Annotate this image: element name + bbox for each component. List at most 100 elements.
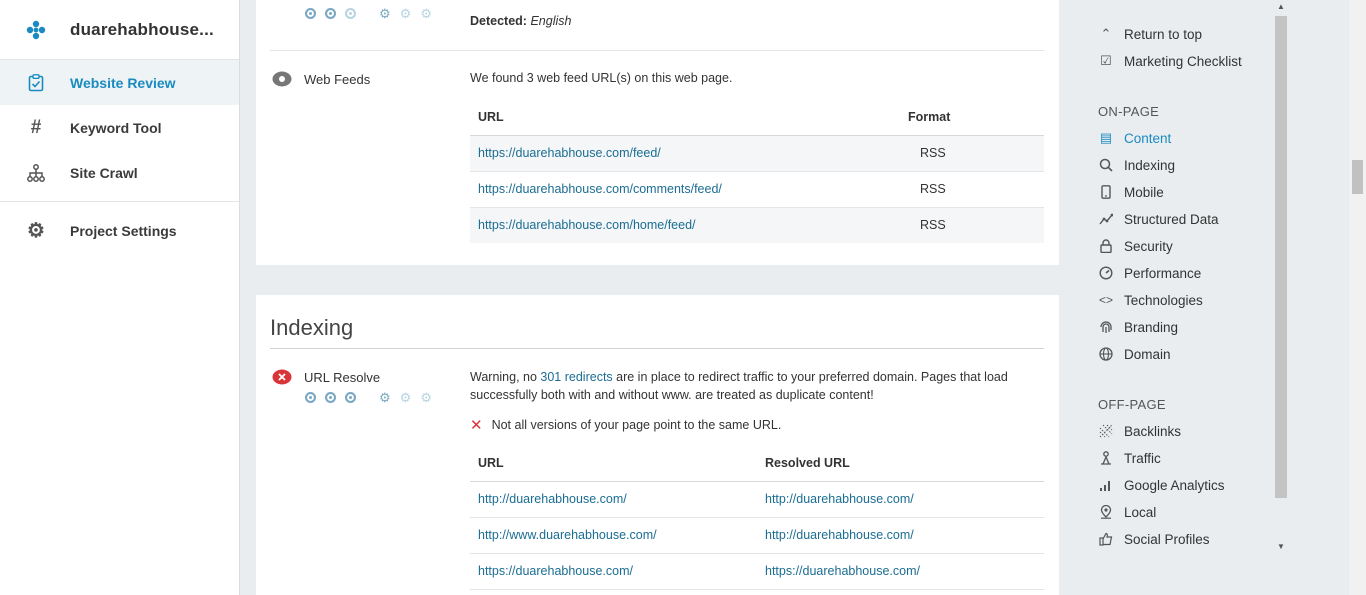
graph-icon [1098,211,1114,227]
project-brand[interactable]: duarehabhouse... [0,0,239,60]
gear-icon: ⚙ [420,390,432,405]
table-row: https://duarehabhouse.com/home/feed/ RSS [470,207,1044,243]
section-title: Indexing [270,315,354,340]
score-dots [305,8,356,19]
scroll-down-arrow[interactable]: ▼ [1274,542,1288,551]
indexing-card: Indexing URL Resolve ⚙ ⚙ ⚙ Warning, no 301… [256,295,1059,595]
table-row: https://duarehabhouse.com/feed/ RSS [470,135,1044,172]
sidebar-divider: ⚙ Project Settings [0,201,239,253]
nav-item-indexing[interactable]: Indexing [1098,155,1175,175]
nav-item-security[interactable]: Security [1098,236,1173,256]
checkbox-icon: ☑ [1100,53,1112,68]
nav-label: Performance [1124,265,1202,281]
sidebar-item-website-review[interactable]: Website Review [0,60,239,105]
nav-item-structured-data[interactable]: Structured Data [1098,209,1219,229]
nav-label: Mobile [1124,184,1164,200]
sidebar-item-site-crawl[interactable]: Site Crawl [0,150,239,195]
gear-icon: ⚙ [379,6,391,21]
score-dots [305,392,356,403]
nav-label: Security [1124,238,1173,254]
bar-chart-icon [1098,477,1114,493]
divider [270,50,1044,51]
logo-icon [26,20,46,39]
nav-label: Traffic [1124,450,1161,466]
chevron-up-icon: ⌃ [1100,26,1112,41]
nav-scrollbar[interactable]: ▲ ▼ [1274,0,1288,555]
nav-item-traffic[interactable]: Traffic [1098,448,1161,468]
resolved-url-link[interactable]: http://duarehabhouse.com/ [765,528,914,542]
nav-item-google-analytics[interactable]: Google Analytics [1098,475,1225,495]
nav-item-performance[interactable]: Performance [1098,263,1201,283]
clipboard-check-icon [26,73,46,93]
table-row: https://duarehabhouse.com/ https://duare… [470,553,1044,590]
mobile-icon [1098,184,1114,200]
main-content: ⚙ ⚙ ⚙ Detected: English Web Feeds We found… [256,0,1059,595]
table-header: URL Format [470,99,1044,136]
document-icon: ▤ [1099,130,1113,145]
nav-label: Marketing Checklist [1124,53,1242,69]
onpage-heading: ON-PAGE [1098,104,1160,119]
feed-format: RSS [900,171,1044,208]
nav-item-domain[interactable]: Domain [1098,344,1171,364]
sidebar-item-keyword-tool[interactable]: # Keyword Tool [0,105,239,150]
location-pin-icon [1098,504,1114,520]
score-dot [345,392,356,403]
sidebar-item-label: Website Review [70,74,176,91]
page-scrollbar[interactable] [1349,0,1366,595]
gear-icon: ⚙ [420,6,432,21]
search-icon [1098,157,1114,173]
nav-item-local[interactable]: Local [1098,502,1156,522]
feed-url-link[interactable]: https://duarehabhouse.com/feed/ [478,146,661,160]
url-resolve-label: URL Resolve [272,369,380,385]
feed-format: RSS [900,207,1044,243]
nav-scrollbar-thumb[interactable] [1275,16,1287,498]
hash-icon: # [30,116,42,138]
score-dot [325,8,336,19]
nav-item-mobile[interactable]: Mobile [1098,182,1164,202]
speedometer-icon [1098,265,1114,281]
marketing-checklist-link[interactable]: ☑ Marketing Checklist [1098,51,1242,71]
url-link[interactable]: https://duarehabhouse.com/ [478,564,633,578]
url-link[interactable]: http://duarehabhouse.com/ [478,492,627,506]
detected-label: Detected: [470,14,527,28]
sidebar-item-project-settings[interactable]: ⚙ Project Settings [0,208,239,253]
page-scrollbar-thumb[interactable] [1352,160,1363,194]
web-feeds-summary: We found 3 web feed URL(s) on this web p… [470,71,733,85]
return-to-top-link[interactable]: ⌃ Return to top [1098,24,1203,44]
nav-item-branding[interactable]: Branding [1098,317,1178,337]
error-icon [272,369,292,385]
fingerprint-icon [1098,319,1114,335]
nav-item-technologies[interactable]: <> Technologies [1098,290,1203,310]
nav-label: Indexing [1124,157,1176,173]
nav-item-backlinks[interactable]: Backlinks [1098,421,1181,441]
feed-url-link[interactable]: https://duarehabhouse.com/comments/feed/ [478,182,722,196]
thumbs-up-icon [1098,531,1114,547]
priority-gears: ⚙ ⚙ ⚙ [379,390,432,405]
person-icon [1098,450,1114,466]
detected-value: English [530,14,572,28]
section-navigation: ⌃ Return to top ☑ Marketing Checklist ON… [1060,0,1274,595]
column-header: URL [470,445,757,482]
gear-icon: ⚙ [399,390,412,405]
language-detected: Detected: English [470,14,571,28]
feed-url-link[interactable]: https://duarehabhouse.com/home/feed/ [478,218,696,232]
sidebar-item-label: Site Crawl [70,164,138,181]
redirects-link[interactable]: 301 redirects [540,370,612,384]
gear-icon: ⚙ [399,6,412,21]
url-resolve-warning: Warning, no 301 redirects are in place t… [470,368,1030,404]
web-feeds-label: Web Feeds [272,71,370,87]
warning-text: Warning, no [470,370,541,384]
url-link[interactable]: http://www.duarehabhouse.com/ [478,528,657,542]
offpage-heading: OFF-PAGE [1098,397,1166,412]
web-feeds-title: Web Feeds [304,71,371,87]
nav-label: Domain [1124,346,1171,362]
nav-item-social-profiles[interactable]: Social Profiles [1098,529,1210,549]
scroll-up-arrow[interactable]: ▲ [1274,2,1288,11]
score-dot [305,8,316,19]
priority-gears: ⚙ ⚙ ⚙ [379,6,432,21]
nav-label: Structured Data [1124,211,1219,227]
resolved-url-link[interactable]: https://duarehabhouse.com/ [765,564,920,578]
nav-label: Social Profiles [1124,531,1210,547]
resolved-url-link[interactable]: http://duarehabhouse.com/ [765,492,914,506]
nav-item-content[interactable]: ▤ Content [1098,128,1171,148]
